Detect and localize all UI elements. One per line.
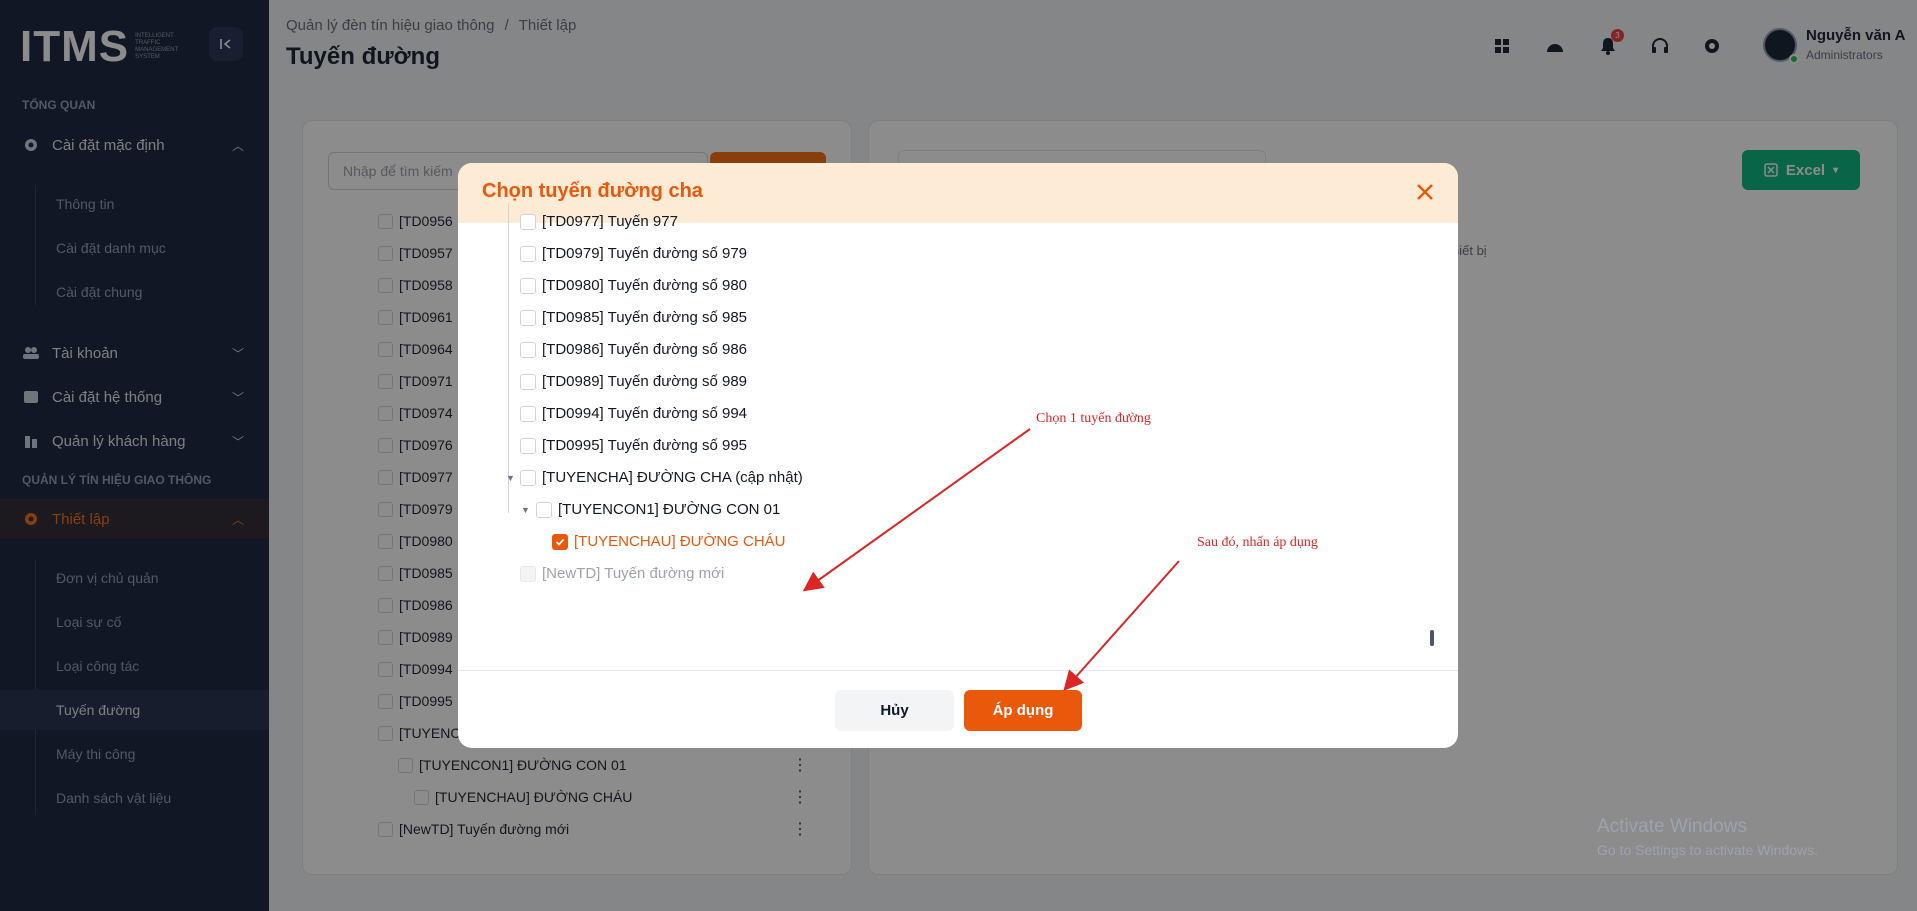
activate-subtitle: Go to Settings to activate Windows. [1597,842,1818,858]
annotation-arrow-apply [1063,560,1180,691]
windows-activation-watermark: Activate Windows Go to Settings to activ… [1597,816,1818,858]
annotation-select-route: Chọn 1 tuyến đường [1036,411,1151,426]
annotation-arrow-select [802,428,1031,592]
annotation-press-apply: Sau đó, nhấn áp dụng [1197,535,1318,550]
activate-title: Activate Windows [1597,816,1747,837]
annotation-arrows [802,428,1180,691]
